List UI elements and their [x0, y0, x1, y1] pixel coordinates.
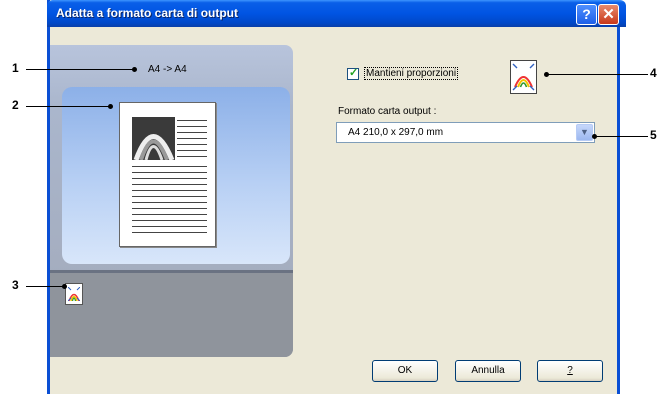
cancel-button[interactable]: Annulla [455, 360, 521, 382]
callout-dot [132, 67, 137, 72]
text-line [132, 226, 207, 227]
text-line [132, 178, 207, 179]
text-line [177, 150, 207, 151]
title-bar[interactable]: Adatta a formato carta di output ? ✕ [47, 0, 626, 27]
output-paper-label: Formato carta output : [338, 106, 437, 117]
keep-proportions-checkbox[interactable]: ✓ [347, 67, 359, 80]
callout-dot [544, 72, 549, 77]
text-line [177, 144, 207, 145]
text-line [132, 190, 207, 191]
callout-number: 4 [650, 66, 657, 80]
callout-line [26, 106, 110, 107]
callout-line [26, 69, 134, 70]
rainbow-image-icon [132, 117, 175, 160]
help-button-label: ? [567, 365, 573, 376]
text-line [177, 132, 207, 133]
text-line [132, 196, 207, 197]
text-line [177, 126, 207, 127]
callout-line [26, 286, 64, 287]
text-line [132, 202, 207, 203]
text-line [132, 208, 207, 209]
text-line [177, 138, 207, 139]
callout-number: 2 [12, 98, 19, 112]
callout-line [594, 136, 648, 137]
dialog-window: Adatta a formato carta di output ? ✕ A4 … [47, 0, 626, 394]
callout-number: 3 [12, 278, 19, 292]
title-help-button[interactable]: ? [576, 4, 597, 25]
text-line [177, 120, 207, 121]
page-thumbnail-icon[interactable] [65, 283, 83, 305]
page-preview [119, 102, 216, 247]
text-line [132, 172, 207, 173]
thumbnail-strip [50, 273, 293, 357]
chevron-down-icon[interactable]: ▼ [576, 124, 593, 141]
text-line [132, 232, 207, 233]
text-line [132, 220, 207, 221]
callout-dot [592, 134, 597, 139]
ok-button[interactable]: OK [372, 360, 438, 382]
close-button[interactable]: ✕ [598, 4, 619, 25]
callout-dot [108, 104, 113, 109]
proportion-preview-icon [510, 60, 537, 94]
callout-number: 5 [650, 128, 657, 142]
help-button[interactable]: ? [537, 360, 603, 382]
output-paper-value: A4 210,0 x 297,0 mm [348, 127, 444, 138]
callout-dot [62, 284, 67, 289]
text-line [132, 214, 207, 215]
text-line [132, 166, 207, 167]
output-paper-select[interactable]: A4 210,0 x 297,0 mm ▼ [336, 122, 595, 143]
callout-line [546, 74, 648, 75]
keep-proportions-label[interactable]: Mantieni proporzioni [364, 67, 459, 80]
window-title: Adatta a formato carta di output [56, 6, 239, 20]
preview-panel: A4 -> A4 [50, 45, 293, 357]
size-mapping-label: A4 -> A4 [148, 64, 187, 75]
check-icon: ✓ [349, 67, 359, 79]
text-line [177, 156, 207, 157]
callout-number: 1 [12, 61, 19, 75]
text-line [132, 184, 207, 185]
